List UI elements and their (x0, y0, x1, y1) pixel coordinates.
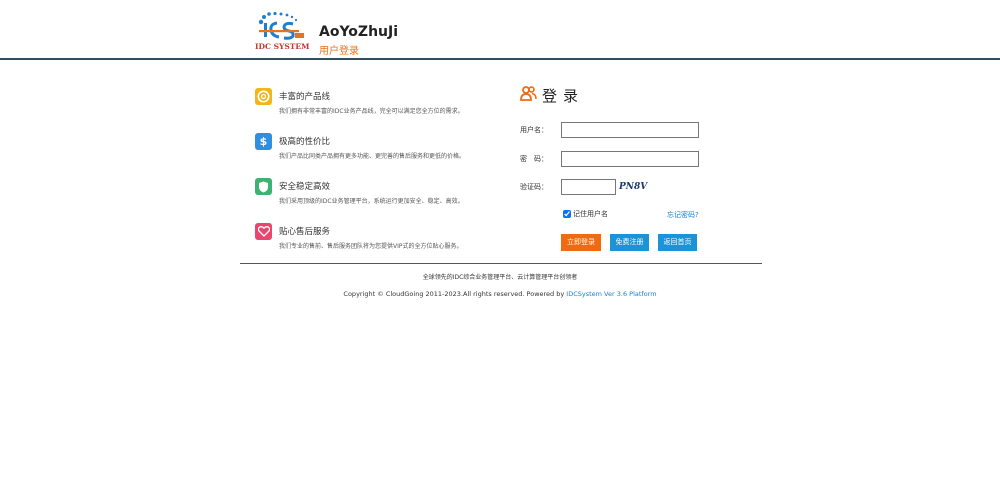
powered-by-link[interactable]: IDCSystem Ver 3.6 Platform (566, 290, 656, 298)
feature-title: 安全稳定高效 (279, 182, 331, 192)
footer-divider (240, 263, 762, 264)
feature-title: 极高的性价比 (279, 137, 331, 147)
feature-description: 我们采用顶级的IDC业务管理平台，系统运行更加安全、稳定、高效。 (279, 198, 464, 205)
login-buttons: 立即登录 免费注册 返回首页 (561, 234, 706, 251)
footer-copyright: Copyright © CloudGoing 2011-2023.All rig… (0, 290, 1000, 298)
username-row: 用户名： (520, 122, 699, 138)
feature-description: 我们拥有非常丰富的IDC业务产品线，完全可以满足您全方位的需求。 (279, 108, 464, 115)
copyright-text: Copyright © CloudGoing 2011-2023.All rig… (343, 290, 567, 298)
forgot-password-link[interactable]: 忘记密码? (667, 210, 699, 220)
username-input[interactable] (561, 122, 699, 138)
users-icon (520, 85, 537, 106)
remember-username[interactable]: 记住用户名 (563, 209, 608, 219)
captcha-row: 验证码： PN8V (520, 179, 647, 195)
captcha-image[interactable]: PN8V (619, 179, 647, 195)
site-brand-name: AoYoZhuJi (319, 24, 399, 40)
captcha-label: 验证码： (520, 183, 548, 191)
page-subtitle: 用户登录 (319, 46, 359, 57)
feature-title: 丰富的产品线 (279, 92, 331, 102)
shield-icon (255, 178, 272, 195)
footer-slogan: 全球领先的IDC综合业务管理平台、云计算管理平台创领者 (422, 274, 578, 281)
login-button[interactable]: 立即登录 (561, 234, 601, 251)
password-input[interactable] (561, 151, 699, 167)
feature-item: 贴心售后服务 我们专业的售前、售后服务团队将为您提供VIP式的全方位贴心服务。 (255, 223, 505, 268)
feature-title: 贴心售后服务 (279, 227, 331, 237)
home-button[interactable]: 返回首页 (658, 234, 697, 251)
feature-item: $ 极高的性价比 我们产品比同类产品拥有更多功能、更完善的售后服务和更低的价格。 (255, 133, 505, 178)
dollar-icon: $ (255, 133, 272, 150)
logo-text: IDC SYSTEM (255, 42, 310, 51)
captcha-input[interactable] (561, 179, 616, 195)
feature-description: 我们专业的售前、售后服务团队将为您提供VIP式的全方位贴心服务。 (279, 243, 463, 250)
login-title: 登录 (542, 87, 585, 105)
lifebuoy-icon (255, 88, 272, 105)
feature-item: 丰富的产品线 我们拥有非常丰富的IDC业务产品线，完全可以满足您全方位的需求。 (255, 88, 505, 133)
password-row: 密 码： (520, 151, 699, 167)
register-button[interactable]: 免费注册 (610, 234, 649, 251)
idc-system-logo[interactable]: IDC SYSTEM (255, 11, 310, 52)
username-label: 用户名： (520, 126, 548, 134)
feature-description: 我们产品比同类产品拥有更多功能、更完善的售后服务和更低的价格。 (279, 153, 466, 160)
remember-checkbox[interactable] (563, 210, 571, 218)
feature-list: 丰富的产品线 我们拥有非常丰富的IDC业务产品线，完全可以满足您全方位的需求。 … (255, 88, 505, 268)
password-label: 密 码： (520, 155, 548, 163)
logo-graphic-icon (258, 11, 304, 40)
heart-icon (255, 223, 272, 240)
feature-item: 安全稳定高效 我们采用顶级的IDC业务管理平台，系统运行更加安全、稳定、高效。 (255, 178, 505, 223)
header: IDC SYSTEM AoYoZhuJi 用户登录 (0, 0, 1000, 60)
remember-label: 记住用户名 (573, 210, 608, 218)
login-heading: 登录 (520, 85, 584, 106)
